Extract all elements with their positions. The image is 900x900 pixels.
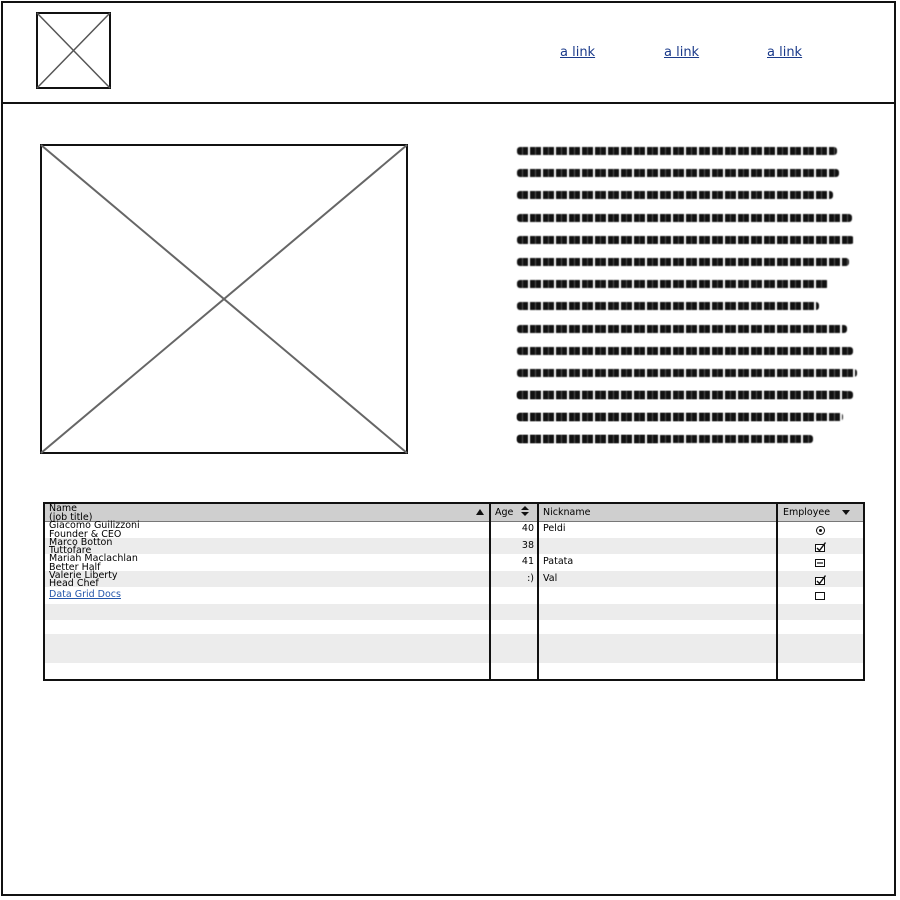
sort-both-icon[interactable]	[521, 506, 529, 517]
cell-age: 38	[521, 539, 534, 551]
column-divider	[776, 504, 778, 679]
employee-checkbox-unchecked[interactable]	[815, 592, 825, 600]
cell-age: 40	[521, 523, 534, 534]
cell-nickname: Patata	[543, 556, 574, 567]
table-row	[45, 603, 863, 620]
nav-link-1[interactable]: a link	[560, 45, 595, 60]
employee-checkbox-checked[interactable]	[815, 574, 826, 585]
column-header-name[interactable]: Name (job title)	[45, 504, 489, 522]
grid-header: Name (job title) Age Nickname Employee	[45, 504, 863, 522]
data-grid[interactable]: Name (job title) Age Nickname Employee G…	[43, 502, 865, 681]
cell-age: 41	[521, 556, 534, 567]
column-header-age[interactable]: Age	[491, 504, 537, 521]
data-grid-docs-link[interactable]: Data Grid Docs	[45, 589, 121, 600]
table-row[interactable]: Mariah Maclachlan Better Half 41 Patata	[45, 554, 863, 571]
column-header-nickname[interactable]: Nickname	[539, 504, 775, 521]
table-row[interactable]: Data Grid Docs	[45, 587, 863, 604]
logo-placeholder-icon[interactable]	[36, 12, 111, 89]
cell-nickname: Val	[543, 572, 558, 584]
employee-checkbox-checked[interactable]	[815, 541, 826, 552]
sort-descending-icon[interactable]	[842, 510, 850, 515]
column-divider	[537, 504, 539, 679]
table-row[interactable]: Valerie Liberty Head Chef :) Val	[45, 570, 863, 588]
sort-ascending-icon[interactable]	[476, 509, 484, 515]
cell-age: :)	[527, 572, 534, 584]
hero-image-placeholder-icon	[40, 144, 408, 454]
table-row[interactable]: Marco Botton Tuttofare 38	[45, 537, 863, 555]
table-row[interactable]: Giacomo Guilizzoni Founder & CEO 40 Peld…	[45, 521, 863, 538]
cell-nickname: Peldi	[543, 523, 566, 534]
table-row	[45, 649, 863, 663]
docs-link-label[interactable]: Data Grid Docs	[49, 589, 121, 600]
column-divider	[489, 504, 491, 679]
header: a link a link a link	[1, 1, 896, 104]
employee-radio[interactable]	[816, 526, 825, 535]
text-paragraph-2	[517, 391, 859, 458]
table-row	[45, 663, 863, 679]
nav-link-3[interactable]: a link	[767, 45, 802, 60]
employee-checkbox-indeterminate[interactable]	[815, 559, 825, 567]
nav-link-2[interactable]: a link	[664, 45, 699, 60]
column-header-employee[interactable]: Employee	[779, 504, 863, 521]
